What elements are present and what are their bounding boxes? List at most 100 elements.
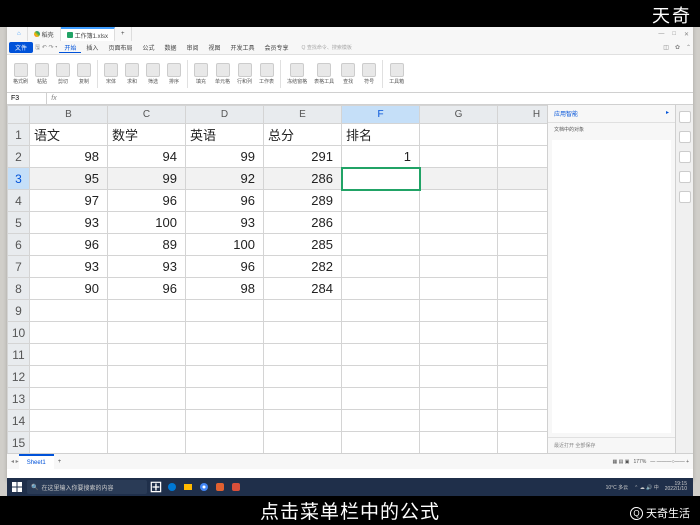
row-header[interactable]: 14 xyxy=(8,410,30,432)
cell[interactable] xyxy=(108,322,186,344)
ribbon-button[interactable]: 填充 xyxy=(192,63,210,85)
cell[interactable] xyxy=(30,322,108,344)
ribbon-button[interactable]: 求和 xyxy=(123,63,141,85)
ribbon-button[interactable]: 单元格 xyxy=(213,63,232,85)
share-icon[interactable]: ◫ xyxy=(663,44,669,51)
cell[interactable] xyxy=(498,124,548,146)
col-header[interactable]: E xyxy=(264,106,342,124)
cell[interactable]: 98 xyxy=(30,146,108,168)
cell[interactable] xyxy=(498,190,548,212)
ribbon-button[interactable]: 筛选 xyxy=(144,63,162,85)
taskbar-search[interactable]: 🔍在这里输入你要搜索的内容 xyxy=(27,480,147,494)
row-header[interactable]: 12 xyxy=(8,366,30,388)
cell[interactable]: 英语 xyxy=(186,124,264,146)
tab-workbook[interactable]: 工作簿1.xlsx xyxy=(61,27,115,41)
spreadsheet-grid[interactable]: BCDEFGHI1语文数学英语总分排名298949929113959992286… xyxy=(7,105,547,453)
cell[interactable] xyxy=(108,300,186,322)
menu-item[interactable]: 页面布局 xyxy=(103,46,137,52)
name-box[interactable]: F3 xyxy=(7,93,47,104)
row-header[interactable]: 7 xyxy=(8,256,30,278)
cell[interactable] xyxy=(264,432,342,454)
cell[interactable] xyxy=(186,388,264,410)
cell[interactable]: 286 xyxy=(264,212,342,234)
close-icon[interactable]: ✕ xyxy=(684,31,689,38)
ribbon-button[interactable]: 符号 xyxy=(360,63,378,85)
cell[interactable]: 96 xyxy=(108,278,186,300)
cell[interactable] xyxy=(264,410,342,432)
cell[interactable] xyxy=(30,432,108,454)
tool-icon[interactable] xyxy=(679,151,691,163)
row-header[interactable]: 11 xyxy=(8,344,30,366)
ribbon-button[interactable]: 工具箱 xyxy=(387,63,406,85)
col-header[interactable]: B xyxy=(30,106,108,124)
cell[interactable]: 99 xyxy=(186,146,264,168)
ribbon-button[interactable]: 表格工具 xyxy=(312,63,336,85)
col-header[interactable]: G xyxy=(420,106,498,124)
row-header[interactable]: 13 xyxy=(8,388,30,410)
qat-icons[interactable]: 🖫 ↶ ↷ ▾ xyxy=(35,43,57,53)
cell[interactable] xyxy=(420,168,498,190)
cell[interactable] xyxy=(498,388,548,410)
cell[interactable]: 排名 xyxy=(342,124,420,146)
menu-item[interactable]: 插入 xyxy=(81,46,103,52)
cell[interactable]: 96 xyxy=(186,256,264,278)
ribbon-button[interactable]: 格式刷 xyxy=(11,63,30,85)
cell[interactable] xyxy=(342,366,420,388)
menu-item[interactable]: 数据 xyxy=(159,46,181,52)
cell[interactable] xyxy=(498,432,548,454)
cell[interactable]: 90 xyxy=(30,278,108,300)
cell[interactable]: 96 xyxy=(30,234,108,256)
menu-item[interactable]: 视图 xyxy=(204,46,226,52)
task-view-icon[interactable]: ⊞ xyxy=(149,480,163,494)
row-header[interactable]: 15 xyxy=(8,432,30,454)
sheet-nav[interactable]: ◂ ▸ xyxy=(11,458,19,465)
cell[interactable] xyxy=(342,234,420,256)
cell[interactable] xyxy=(342,212,420,234)
cell[interactable] xyxy=(498,322,548,344)
cell[interactable] xyxy=(420,212,498,234)
fx-icon[interactable]: fx xyxy=(47,95,61,102)
cell[interactable] xyxy=(420,190,498,212)
cell[interactable] xyxy=(186,432,264,454)
cell[interactable] xyxy=(420,278,498,300)
minimize-icon[interactable]: — xyxy=(658,31,664,38)
cell[interactable]: 93 xyxy=(30,256,108,278)
cell[interactable] xyxy=(108,366,186,388)
view-icons[interactable]: ▦ ▤ ▣ xyxy=(613,459,630,465)
cell[interactable] xyxy=(108,344,186,366)
cell[interactable] xyxy=(264,388,342,410)
cell[interactable] xyxy=(30,344,108,366)
cell[interactable] xyxy=(30,388,108,410)
cell[interactable] xyxy=(420,432,498,454)
ribbon-button[interactable]: 行和列 xyxy=(235,63,254,85)
cell[interactable]: 语文 xyxy=(30,124,108,146)
col-header[interactable]: C xyxy=(108,106,186,124)
cell[interactable] xyxy=(264,322,342,344)
weather[interactable]: 10°C 多云 xyxy=(606,484,629,491)
caret-icon[interactable]: ⌃ xyxy=(686,44,691,51)
cell[interactable] xyxy=(30,300,108,322)
sheet-add[interactable]: + xyxy=(54,459,66,465)
cell[interactable] xyxy=(420,300,498,322)
row-header[interactable]: 3 xyxy=(8,168,30,190)
tool-icon[interactable] xyxy=(679,131,691,143)
select-all[interactable] xyxy=(8,106,30,124)
cell[interactable]: 89 xyxy=(108,234,186,256)
col-header[interactable]: D xyxy=(186,106,264,124)
cell[interactable] xyxy=(498,256,548,278)
col-header[interactable]: H xyxy=(498,106,548,124)
row-header[interactable]: 4 xyxy=(8,190,30,212)
cell[interactable]: 100 xyxy=(186,234,264,256)
maximize-icon[interactable]: □ xyxy=(672,31,676,38)
menu-item[interactable]: 开发工具 xyxy=(226,46,260,52)
row-header[interactable]: 6 xyxy=(8,234,30,256)
cell[interactable] xyxy=(420,234,498,256)
cell[interactable] xyxy=(186,322,264,344)
cell[interactable] xyxy=(420,366,498,388)
explorer-icon[interactable] xyxy=(181,480,195,494)
cell[interactable] xyxy=(108,432,186,454)
ribbon-button[interactable]: 查找 xyxy=(339,63,357,85)
cell[interactable]: 95 xyxy=(30,168,108,190)
cell[interactable]: 92 xyxy=(186,168,264,190)
tool-icon[interactable] xyxy=(679,111,691,123)
